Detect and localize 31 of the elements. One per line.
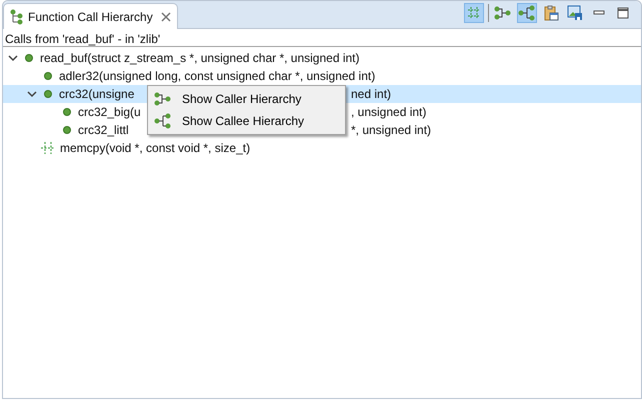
- tree-item-text: , unsigned int): [351, 105, 426, 119]
- maximize-icon: [616, 6, 630, 20]
- tree-item[interactable]: memcpy(void *, const void *, size_t): [60, 141, 250, 155]
- function-icon: [63, 126, 71, 134]
- menu-item[interactable]: Show Callee Hierarchy: [148, 110, 345, 132]
- caller-hierarchy-icon: [154, 91, 172, 107]
- toolbar-button[interactable]: [565, 3, 585, 23]
- hierarchy-icon: [10, 8, 24, 24]
- view-tab[interactable]: Function Call Hierarchy: [3, 3, 178, 29]
- tree-item[interactable]: read_buf(struct z_stream_s *, unsigned char *, unsigned int): [40, 51, 360, 65]
- tree-item[interactable]: adler32(unsigned long, const unsigned char *, unsigned int): [59, 69, 376, 83]
- hierarchy-header: Calls from 'read_buf' - in 'zlib': [3, 29, 641, 47]
- tree-item-text: *, unsigned int): [351, 123, 432, 137]
- tree-item[interactable]: crc32(unsigne: [59, 87, 134, 101]
- picture-save-icon: [567, 5, 583, 21]
- function-icon: [44, 90, 52, 98]
- dashed-cross-icon: [41, 142, 55, 154]
- tree-item[interactable]: crc32_big(u: [78, 105, 141, 119]
- callee-hierarchy-icon: [154, 113, 172, 129]
- menu-item[interactable]: Show Caller Hierarchy: [148, 88, 345, 110]
- toolbar-button[interactable]: [517, 3, 537, 23]
- hierarchy-layout-icon: [467, 6, 481, 20]
- close-icon[interactable]: [160, 12, 171, 22]
- tree-item-text: ned int): [351, 87, 392, 101]
- clipboard-icon: [543, 5, 559, 21]
- caller-hierarchy-icon: [494, 5, 512, 21]
- function-icon: [25, 54, 33, 62]
- function-icon: [44, 72, 52, 80]
- callee-hierarchy-icon: [518, 5, 536, 21]
- function-icon: [63, 108, 71, 116]
- tree-item[interactable]: crc32_littl: [78, 123, 129, 137]
